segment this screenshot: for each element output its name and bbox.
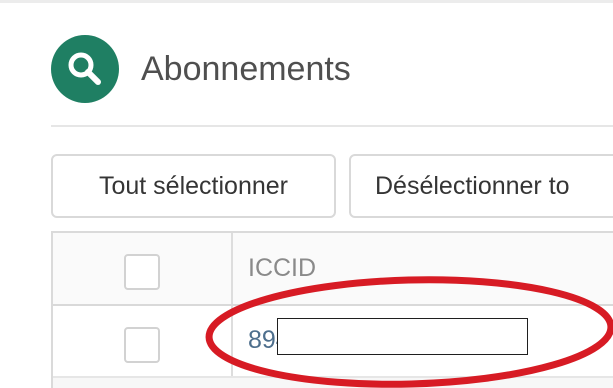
row-select-cell [53,306,233,376]
select-all-checkbox[interactable] [124,254,160,290]
selection-toolbar: Tout sélectionner Désélectionner to [51,154,613,218]
header-select-cell [53,233,233,304]
iccid-column-header[interactable]: ICCID [233,233,613,304]
iccid-column-label: ICCID [248,254,317,282]
next-table-row-stub [53,378,613,388]
select-all-button[interactable]: Tout sélectionner [51,154,336,218]
table-header-row: ICCID [53,233,613,306]
subscriptions-panel: Abonnements Tout sélectionner Désélectio… [0,3,613,388]
deselect-all-button[interactable]: Désélectionner to [349,154,613,218]
page-header: Abonnements [51,34,351,104]
header-divider [51,125,613,127]
row-checkbox[interactable] [124,327,160,363]
redaction-box [277,318,528,355]
page-title: Abonnements [141,50,351,88]
screenshot-stage: Abonnements Tout sélectionner Désélectio… [0,0,613,388]
search-icon-glyph [68,52,101,85]
subscriptions-table: ICCID 89444 [51,231,613,388]
search-icon[interactable] [51,35,119,103]
